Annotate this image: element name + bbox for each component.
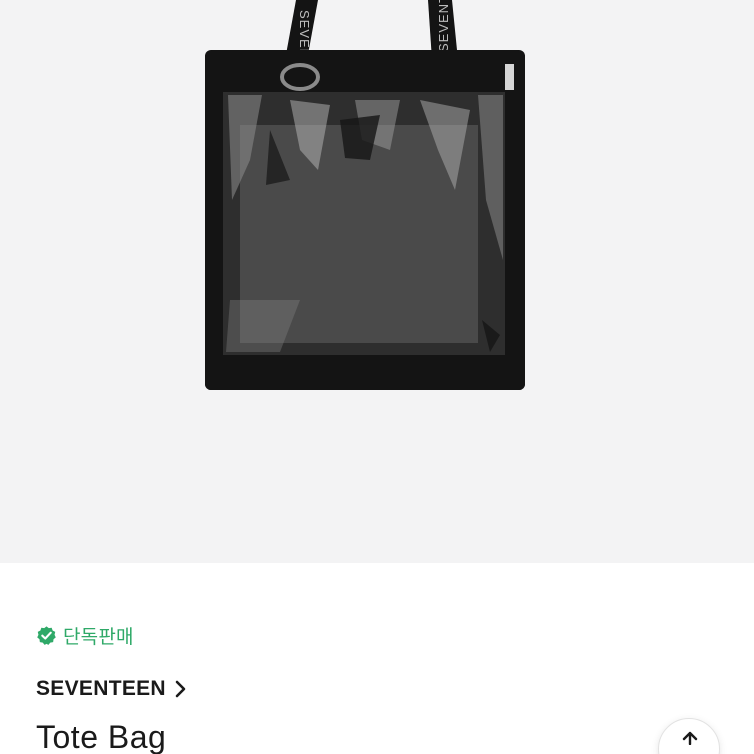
arrow-up-icon xyxy=(682,731,698,745)
chevron-right-icon xyxy=(175,680,186,698)
tote-bag-illustration: SEVENTEEN SEVENTEEN xyxy=(205,0,525,390)
exclusive-badge: 단독판매 xyxy=(36,622,134,649)
brand-name[interactable]: SEVENTEEN xyxy=(36,677,166,701)
product-detail-screen: SEVENTEEN SEVENTEEN xyxy=(0,0,754,754)
product-image[interactable]: SEVENTEEN SEVENTEEN xyxy=(0,0,754,563)
product-name: Tote Bag xyxy=(36,719,167,754)
exclusive-badge-label: 단독판매 xyxy=(63,626,134,648)
strap-print-right: SEVENTEEN xyxy=(436,0,451,52)
product-info: 단독판매 SEVENTEEN Tote Bag xyxy=(0,563,754,754)
verified-check-icon xyxy=(37,626,56,645)
brand-link[interactable]: SEVENTEEN xyxy=(36,677,188,701)
